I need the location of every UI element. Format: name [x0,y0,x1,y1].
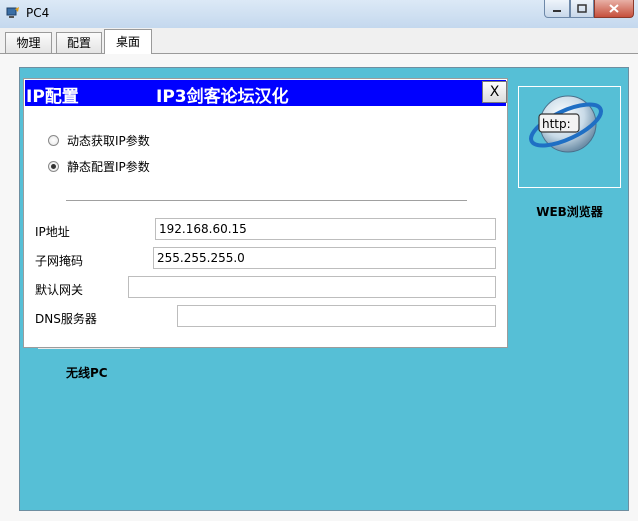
ip-config-dialog: IP配置 IP3剑客论坛汉化 X 动态获取IP参数 静态配置IP参数 IP地址 … [23,78,508,348]
tab-desktop[interactable]: 桌面 [104,29,152,54]
web-browser-label[interactable]: WEB浏览器 [518,203,621,220]
dns-server-label: DNS服务器 [35,312,97,326]
web-browser-tile[interactable]: http: [518,86,621,188]
dialog-title: IP配置 [26,87,79,107]
dhcp-option[interactable]: 动态获取IP参数 [48,132,150,149]
subnet-mask-label: 子网掩码 [35,254,84,268]
maximize-button[interactable] [570,0,594,18]
dialog-subtitle: IP3剑客论坛汉化 [156,87,289,107]
tab-physical[interactable]: 物理 [5,32,52,53]
dialog-titlebar: IP配置 IP3剑客论坛汉化 X [25,80,507,107]
window-close-button[interactable] [594,0,634,18]
dialog-close-button[interactable]: X [482,81,507,103]
wireless-pc-label[interactable]: 无线PC [66,364,108,381]
minimize-icon [553,9,561,12]
ip-address-input[interactable] [155,218,496,240]
web-browser-icon: http: [529,95,603,153]
maximize-icon [577,4,587,13]
static-option[interactable]: 静态配置IP参数 [48,158,150,175]
minimize-button[interactable] [544,0,570,18]
dhcp-radio[interactable] [48,135,59,146]
close-icon [609,4,619,13]
dialog-divider [66,200,467,201]
dialog-close-label: X [489,84,500,100]
window-titlebar: PC4 [0,0,638,29]
static-label: 静态配置IP参数 [67,160,150,174]
web-browser-icon-text: http: [542,117,571,131]
window-title: PC4 [26,6,50,20]
dns-server-input[interactable] [177,305,496,327]
dhcp-label: 动态获取IP参数 [67,134,150,148]
default-gateway-label: 默认网关 [35,283,84,297]
static-radio[interactable] [48,161,59,172]
subnet-mask-input[interactable] [153,247,496,269]
default-gateway-input[interactable] [128,276,496,298]
packet-tracer-pc-icon [6,7,19,18]
tab-config[interactable]: 配置 [56,32,102,53]
ip-address-label: IP地址 [35,225,70,239]
tab-strip: 物理 配置 桌面 [0,28,638,54]
